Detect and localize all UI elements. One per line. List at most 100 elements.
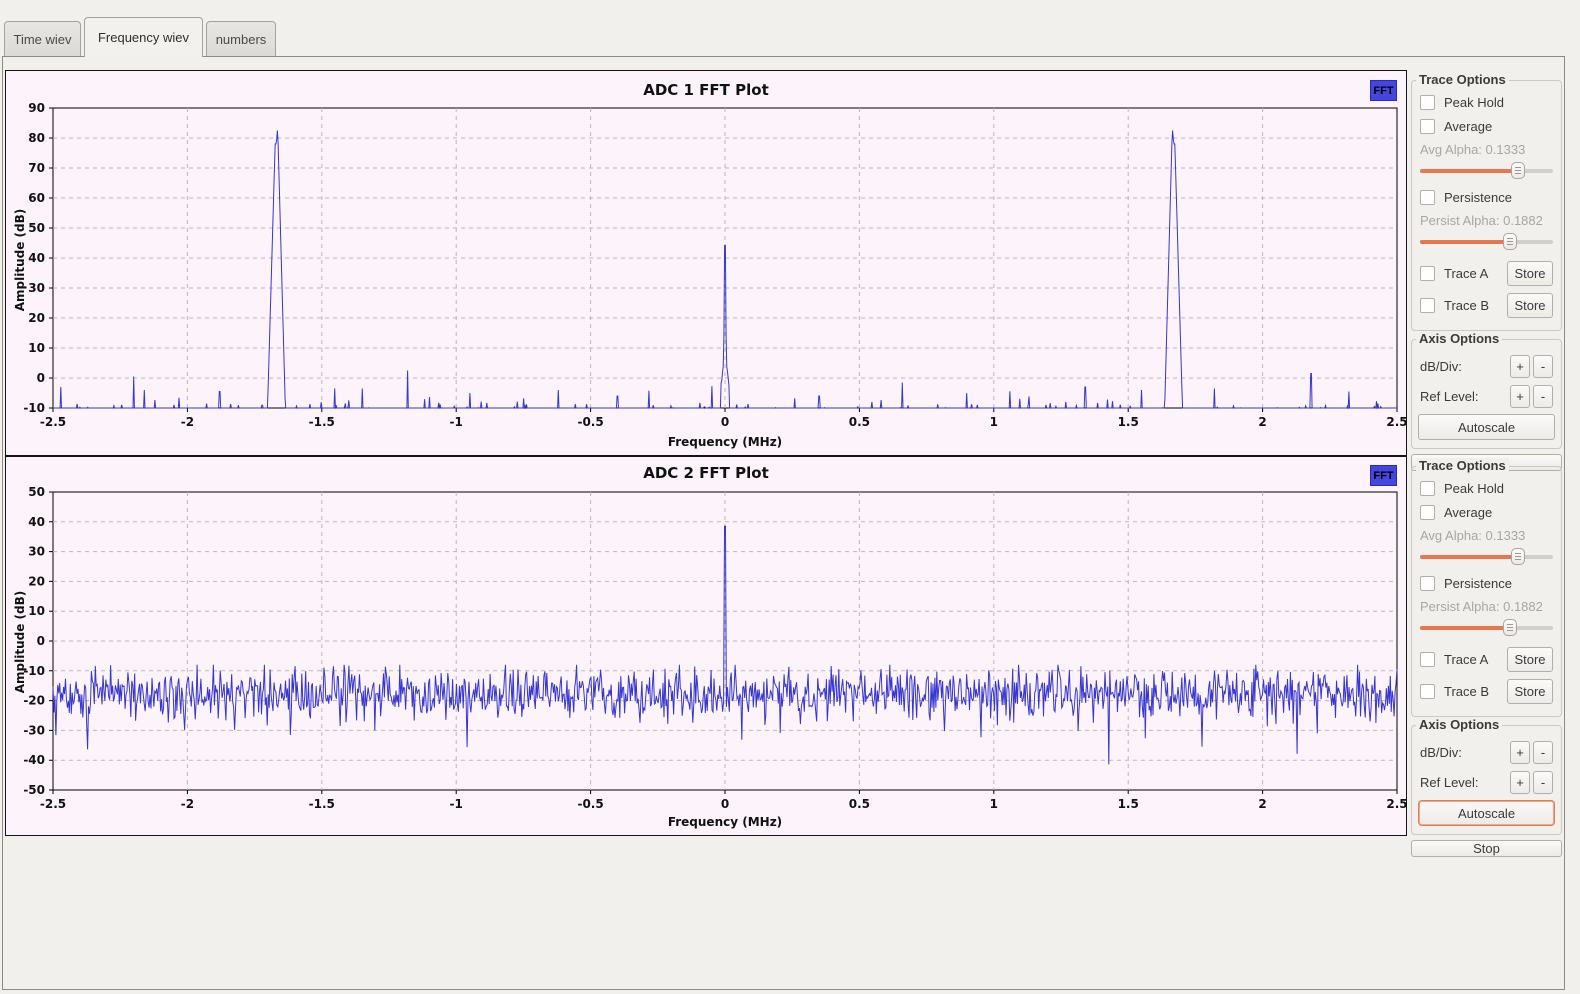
peak-hold-row: Peak Hold (1420, 94, 1555, 111)
trace-b-store-button[interactable]: Store (1507, 292, 1553, 318)
avg-alpha-slider[interactable] (1420, 547, 1553, 566)
db-div-minus-button[interactable]: - (1533, 354, 1553, 378)
trace-b-row: Trace B Store (1420, 678, 1553, 704)
svg-text:-2.5: -2.5 (40, 797, 66, 811)
autoscale-button[interactable]: Autoscale (1418, 414, 1555, 440)
trace-b-row: Trace B Store (1420, 292, 1553, 318)
persistence-checkbox[interactable] (1420, 576, 1435, 591)
average-checkbox[interactable] (1420, 119, 1435, 134)
plot-canvas[interactable]: 50403020100-10-20-30-40-50-2.5 -2 -1.5 -1 -0… (6, 457, 1406, 835)
ref-level-row: Ref Level: + - (1420, 384, 1553, 408)
autoscale-button[interactable]: Autoscale (1418, 800, 1555, 826)
svg-text:2: 2 (1258, 797, 1266, 811)
axis-options-group: Axis Options dB/Div: + - Ref Level: + - … (1411, 717, 1562, 835)
ref-level-minus-button[interactable]: - (1533, 770, 1553, 794)
svg-text:1.5: 1.5 (1118, 415, 1139, 429)
persist-alpha-slider[interactable] (1420, 232, 1553, 251)
peak-hold-checkbox[interactable] (1420, 481, 1435, 496)
slider-track[interactable] (1420, 169, 1553, 173)
svg-text:-1: -1 (450, 415, 463, 429)
average-label: Average (1444, 505, 1493, 520)
db-div-plus-button[interactable]: + (1510, 740, 1530, 764)
svg-text:0: 0 (37, 371, 45, 385)
trace-a-checkbox[interactable] (1420, 265, 1435, 281)
svg-text:2.5: 2.5 (1386, 797, 1406, 811)
tab-time-view[interactable]: Time wiev (4, 21, 81, 56)
average-checkbox[interactable] (1420, 505, 1435, 520)
group-title: Axis Options (1416, 331, 1503, 346)
trace-options-group: Trace Options Peak Hold Average Avg Alph… (1411, 458, 1562, 717)
svg-text:20: 20 (28, 574, 45, 588)
trace-a-store-button[interactable]: Store (1507, 646, 1553, 672)
svg-text:-1.5: -1.5 (309, 415, 335, 429)
adc1-fft-plot-panel: ADC 1 FFT Plot FFT Amplitude (dB) 90 80 70… (5, 70, 1407, 456)
tab-numbers[interactable]: numbers (206, 21, 276, 56)
axis-options-group: Axis Options dB/Div: + - Ref Level: + - … (1411, 331, 1562, 449)
persist-alpha-label: Persist Alpha: 0.1882 (1420, 213, 1543, 228)
trace-b-checkbox[interactable] (1420, 297, 1435, 313)
ref-level-minus-button[interactable]: - (1533, 384, 1553, 408)
trace-b-store-button[interactable]: Store (1507, 678, 1553, 704)
ref-level-label: Ref Level: (1420, 388, 1479, 404)
db-div-label: dB/Div: (1420, 744, 1462, 760)
svg-text:-10: -10 (23, 401, 45, 415)
persistence-row: Persistence (1420, 575, 1555, 592)
trace-a-label: Trace A (1444, 651, 1489, 667)
slider-fill (1420, 555, 1519, 559)
svg-text:-20: -20 (23, 694, 45, 708)
db-div-label: dB/Div: (1420, 358, 1462, 374)
group-title: Trace Options (1416, 72, 1509, 87)
slider-track[interactable] (1420, 555, 1553, 559)
svg-text:10: 10 (28, 604, 45, 618)
adc1-controls-column: Trace Options Peak Hold Average Avg Alph… (1409, 72, 1564, 471)
trace-b-checkbox[interactable] (1420, 683, 1435, 699)
slider-fill (1420, 240, 1511, 244)
peak-hold-row: Peak Hold (1420, 480, 1555, 497)
svg-text:0: 0 (721, 797, 729, 811)
stop-button[interactable]: Stop (1411, 840, 1562, 857)
group-title: Axis Options (1416, 717, 1503, 732)
average-row: Average (1420, 504, 1555, 521)
svg-text:-0.5: -0.5 (577, 797, 603, 811)
slider-track[interactable] (1420, 626, 1553, 630)
tab-frequency-view[interactable]: Frequency wiev (84, 17, 203, 57)
persist-alpha-slider[interactable] (1420, 618, 1553, 637)
group-title: Trace Options (1416, 458, 1509, 473)
db-div-minus-button[interactable]: - (1533, 740, 1553, 764)
avg-alpha-slider[interactable] (1420, 161, 1553, 180)
trace-a-checkbox[interactable] (1420, 651, 1435, 667)
svg-text:-2.5: -2.5 (40, 415, 66, 429)
avg-alpha-label: Avg Alpha: 0.1333 (1420, 528, 1526, 543)
frequency-view-pane: ADC 1 FFT Plot FFT Amplitude (dB) 90 80 70… (2, 56, 1565, 990)
svg-text:1: 1 (990, 797, 998, 811)
ref-level-plus-button[interactable]: + (1510, 384, 1530, 408)
plot-canvas[interactable]: 90 80 70 60 50 40 30 20 10 0 -10-2.5 -2 -1.5 -1 -0.5 0 0… (6, 71, 1406, 455)
persistence-label: Persistence (1444, 190, 1512, 205)
ref-level-row: Ref Level: + - (1420, 770, 1553, 794)
svg-text:-1.5: -1.5 (309, 797, 335, 811)
adc2-controls-column: Trace Options Peak Hold Average Avg Alph… (1409, 458, 1564, 857)
svg-text:90: 90 (28, 101, 45, 115)
db-div-row: dB/Div: + - (1420, 354, 1553, 378)
db-div-row: dB/Div: + - (1420, 740, 1553, 764)
peak-hold-checkbox[interactable] (1420, 95, 1435, 110)
svg-text:2.5: 2.5 (1386, 415, 1406, 429)
persistence-checkbox[interactable] (1420, 190, 1435, 205)
peak-hold-label: Peak Hold (1444, 481, 1504, 496)
ref-level-plus-button[interactable]: + (1510, 770, 1530, 794)
trace-a-row: Trace A Store (1420, 646, 1553, 672)
trace-a-row: Trace A Store (1420, 260, 1553, 286)
slider-track[interactable] (1420, 240, 1553, 244)
svg-text:40: 40 (28, 515, 45, 529)
svg-text:70: 70 (28, 161, 45, 175)
trace-a-store-button[interactable]: Store (1507, 260, 1553, 286)
svg-text:1.5: 1.5 (1118, 797, 1139, 811)
svg-text:80: 80 (28, 131, 45, 145)
slider-handle[interactable] (1503, 233, 1518, 250)
slider-handle[interactable] (1511, 162, 1526, 179)
db-div-plus-button[interactable]: + (1510, 354, 1530, 378)
slider-handle[interactable] (1511, 548, 1526, 565)
tab-bar: Time wiev Frequency wiev numbers (0, 0, 1580, 57)
slider-handle[interactable] (1503, 619, 1518, 636)
svg-text:30: 30 (28, 545, 45, 559)
